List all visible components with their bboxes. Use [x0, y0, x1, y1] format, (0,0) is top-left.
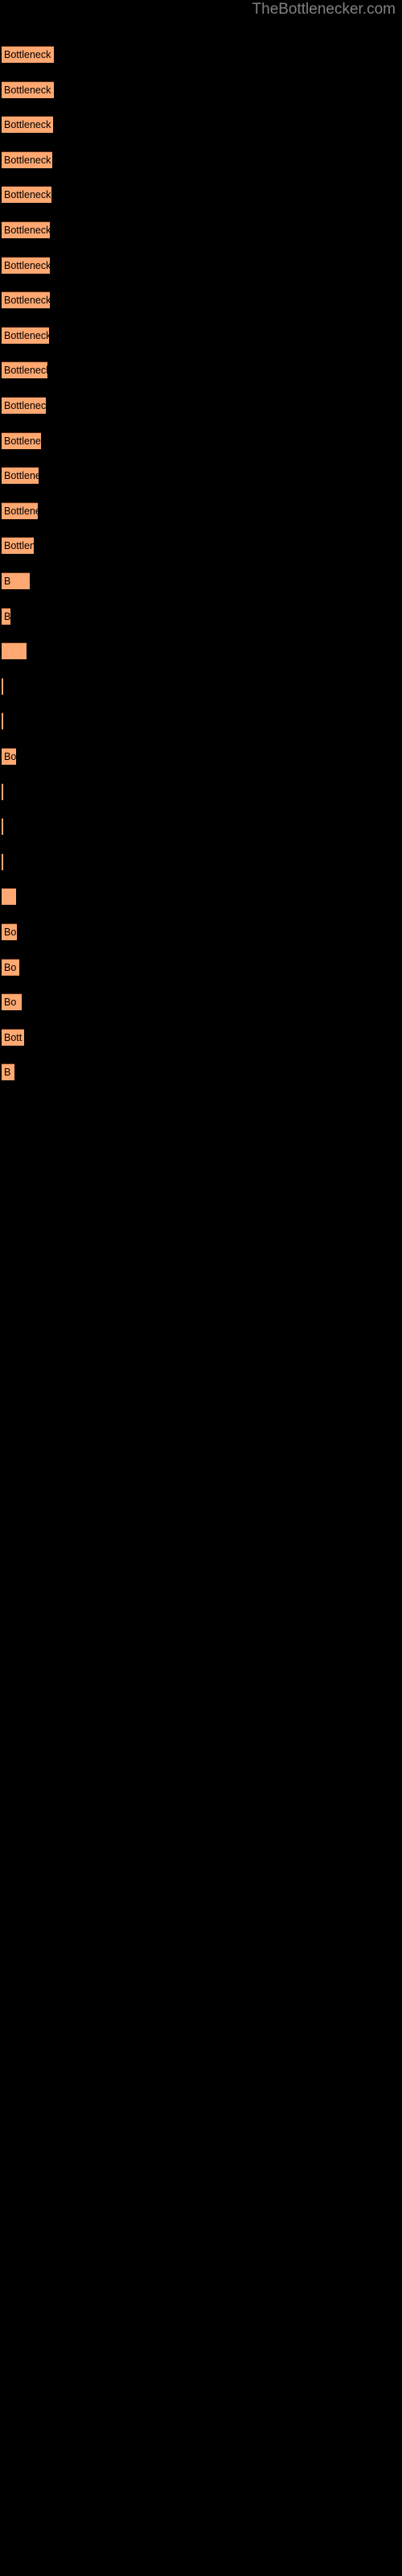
bar — [2, 712, 4, 730]
bar-row: Bottleneck — [0, 423, 402, 459]
bar-label: Bottleneck res — [4, 154, 52, 166]
bar-label: Bottleneck re — [4, 225, 50, 236]
bar-label: Bottleneck resu — [4, 84, 54, 96]
bar-label: Bottleneck — [4, 505, 38, 517]
bar-row: Bo — [0, 914, 402, 950]
bar-row — [0, 774, 402, 810]
bar-row: Bottleneck re — [0, 318, 402, 353]
bar: B — [2, 572, 31, 589]
bar: Bo — [2, 748, 16, 765]
bar: Bottleneck resu — [2, 46, 54, 63]
bar: Bott — [2, 1028, 24, 1046]
bar-row: Bottleneck res — [0, 283, 402, 318]
bar-label: Bottleneck re — [4, 365, 47, 377]
bar-row: Bottleneck resu — [0, 72, 402, 108]
bar-label: Bottleneck res — [4, 295, 50, 307]
bar: Bottleneck resu — [2, 80, 54, 98]
bar-row — [0, 634, 402, 669]
bar-row: Bottleneck re — [0, 213, 402, 248]
bar-row: Bottleneck res — [0, 177, 402, 213]
chart-container: TheBottlenecker.com Bottleneck resuBottl… — [0, 0, 402, 2576]
bar-label: Bottleneck r — [4, 470, 39, 482]
bar-row: Bottleneck re — [0, 388, 402, 423]
bar — [2, 782, 4, 800]
bar: Bottleneck res — [2, 151, 52, 168]
bar: Bottleneck r — [2, 467, 39, 485]
bar: Bottleneck re — [2, 361, 47, 379]
bar: Bottleneck res — [2, 291, 50, 309]
bar-label: Bottleneck resu — [4, 259, 50, 271]
bar-label: Bo — [4, 751, 16, 762]
bar: Bottleneck re — [2, 221, 50, 238]
bar-label: Bottleneck re — [4, 329, 49, 341]
bar-chart-plot-area: Bottleneck resu Bottleneck resu Bottleneck… — [0, 0, 402, 2576]
bar-label: Bo — [4, 961, 17, 973]
bar-label: Bottleneck re — [4, 400, 46, 411]
bar: Bottlen — [2, 537, 35, 555]
bar — [2, 888, 16, 906]
bar-row — [0, 704, 402, 739]
bar-row: Bottleneck res — [0, 142, 402, 178]
bar: Bottleneck re — [2, 397, 46, 414]
bar-row: Bott — [0, 1020, 402, 1055]
bar-row: Bottleneck re — [0, 353, 402, 388]
bar-row: Bo — [0, 985, 402, 1020]
bar-row: Bottleneck — [0, 493, 402, 529]
bar-row — [0, 879, 402, 914]
bar-label: Bottleneck — [4, 435, 41, 447]
bar: Bottleneck — [2, 502, 39, 519]
bar-label: Bottleneck resu — [4, 119, 53, 131]
bar: B — [2, 1063, 15, 1081]
bar-row — [0, 809, 402, 844]
bar — [2, 818, 4, 836]
bar: Bottleneck res — [2, 186, 51, 204]
bar-label: Bottl — [4, 610, 11, 622]
bar — [2, 642, 27, 660]
bar: Bottl — [2, 607, 11, 625]
bar-label: B — [4, 576, 11, 587]
bar — [2, 677, 4, 695]
bar-row: B — [0, 1055, 402, 1090]
bar-row: B — [0, 564, 402, 599]
bar-row: Bottleneck resu — [0, 37, 402, 72]
bar-label: Bottleneck res — [4, 189, 51, 201]
bar-label: Bo — [4, 997, 17, 1009]
bar-row: Bottlen — [0, 528, 402, 564]
bar-row: Bottl — [0, 599, 402, 634]
bar-row: Bo — [0, 950, 402, 985]
bar-row — [0, 844, 402, 880]
bar: Bo — [2, 958, 19, 976]
bar-label: Bo — [4, 927, 17, 938]
bar-row — [0, 669, 402, 704]
bar-row: Bo — [0, 739, 402, 774]
bar: Bottleneck — [2, 431, 42, 449]
bar-label: Bott — [4, 1031, 23, 1043]
bar: Bottleneck resu — [2, 116, 53, 134]
bar: Bottleneck resu — [2, 256, 50, 274]
bar-row: Bottleneck r — [0, 458, 402, 493]
bar: Bo — [2, 923, 17, 940]
bar-label: Bottlen — [4, 540, 35, 552]
bar-label: B — [4, 1067, 11, 1079]
bar-row: Bottleneck resu — [0, 107, 402, 142]
bar: Bottleneck re — [2, 326, 49, 344]
bar-label: Bottleneck resu — [4, 49, 54, 60]
bar: Bo — [2, 993, 22, 1011]
bar — [2, 852, 4, 870]
bar-row: Bottleneck resu — [0, 248, 402, 283]
